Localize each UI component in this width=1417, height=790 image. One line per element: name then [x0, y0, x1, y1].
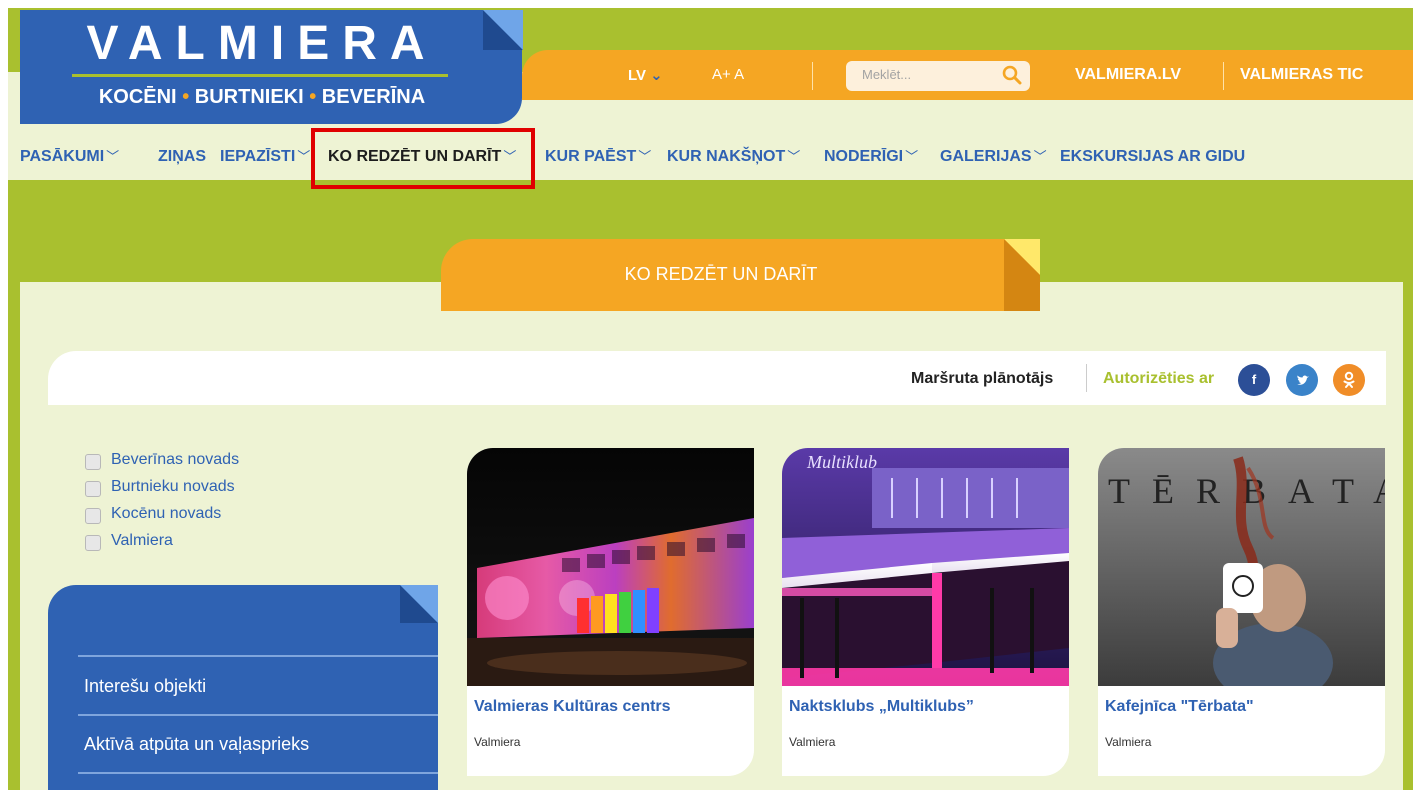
chevron-down-icon: ⌄ [650, 67, 663, 84]
page-fold-icon [483, 10, 523, 50]
filter-label: Burtnieku novads [111, 478, 235, 495]
chevron-down-icon: ﹀ [905, 149, 919, 164]
logo-underline [72, 74, 448, 77]
page-fold-icon [1004, 239, 1040, 311]
route-planner-link[interactable]: Maršruta plānotājs [911, 370, 1053, 388]
logo-bullet: • [182, 86, 190, 108]
chevron-down-icon: ﹀ [638, 149, 652, 164]
nav-item-ekskursijas-ar-gidu[interactable]: EKSKURSIJAS AR GIDU [1060, 146, 1245, 168]
divider [1086, 364, 1087, 392]
logo-sub-beverina: BEVERĪNA [321, 86, 426, 108]
nav-item-kur-paest[interactable]: KUR PAĒST ﹀ [545, 146, 651, 168]
divider [78, 714, 438, 716]
category-aktiva-atputa[interactable]: Aktīvā atpūta un vaļasprieks [84, 734, 309, 755]
logo-sub-kocēni: KOCĒNI [98, 86, 177, 108]
chevron-down-icon: ﹀ [106, 149, 120, 164]
checkbox[interactable] [85, 454, 101, 470]
search-input[interactable] [862, 67, 992, 82]
odnoklassniki-icon[interactable] [1333, 364, 1365, 396]
nav-item-pasakumi[interactable]: PASĀKUMI ﹀ [20, 146, 119, 168]
site-logo[interactable]: VALMIERA KOCĒNI • BURTNIEKI • BEVERĪNA [20, 10, 522, 124]
auth-label: Autorizēties ar [1103, 370, 1215, 387]
chevron-down-icon: ﹀ [787, 149, 801, 164]
card-location: Valmiera [474, 735, 521, 749]
left-green-border [8, 282, 20, 790]
twitter-bird-icon [1297, 375, 1309, 385]
right-green-border [1403, 282, 1413, 790]
nav-item-galerijas[interactable]: GALERIJAS ﹀ [940, 146, 1047, 168]
svg-text:Multiklub: Multiklub [806, 452, 877, 472]
card-location: Valmiera [789, 735, 836, 749]
filter-label: Valmiera [111, 532, 173, 549]
divider [78, 772, 438, 774]
listing-card[interactable]: TĒRBATA Kafejnīca "Tērbata" Valmiera [1098, 448, 1385, 776]
section-title: KO REDZĒT UN DARĪT [624, 264, 818, 284]
nav-item-kur-naksnot[interactable]: KUR NAKŠŅOT ﹀ [667, 146, 800, 168]
nav-item-zinas[interactable]: ZIŅAS [158, 146, 206, 168]
page-fold-icon [400, 585, 438, 623]
page: LV⌄ A+ A VALMIERA.LV VALMIERAS TIC VALMI… [0, 0, 1417, 790]
divider [78, 655, 438, 657]
card-image [467, 448, 754, 686]
checkbox[interactable] [85, 508, 101, 524]
checkbox[interactable] [85, 535, 101, 551]
valmiera-lv-link[interactable]: VALMIERA.LV [1075, 66, 1181, 84]
chevron-down-icon: ﹀ [297, 149, 311, 164]
card-location: Valmiera [1105, 735, 1152, 749]
logo-subtitle: KOCĒNI • BURTNIEKI • BEVERĪNA [72, 86, 452, 109]
search-icon[interactable] [1000, 63, 1024, 87]
card-title[interactable]: Kafejnīca "Tērbata" [1105, 698, 1254, 716]
highlight-box [311, 128, 535, 189]
checkbox[interactable] [85, 481, 101, 497]
odnoklassniki-glyph-icon [1343, 371, 1355, 388]
nav-item-noderigi[interactable]: NODERĪGI ﹀ [824, 146, 918, 168]
font-size-controls[interactable]: A+ A [712, 66, 744, 83]
twitter-icon[interactable] [1286, 364, 1318, 396]
divider [1223, 62, 1224, 90]
nav-item-iepazisti[interactable]: IEPAZĪSTI ﹀ [220, 146, 310, 168]
valmieras-tic-link[interactable]: VALMIERAS TIC [1240, 66, 1363, 84]
facebook-icon[interactable]: f [1238, 364, 1270, 396]
card-title[interactable]: Valmieras Kultūras centrs [474, 698, 671, 716]
logo-bullet: • [309, 86, 317, 108]
filter-label: Beverīnas novads [111, 451, 240, 468]
logo-sub-burtnieki: BURTNIEKI [194, 86, 304, 108]
divider [812, 62, 813, 90]
listing-card[interactable]: Multiklub Naktsklubs „Multiklubs” Valmie… [782, 448, 1069, 776]
language-selector[interactable]: LV ⌄ [628, 66, 663, 84]
chevron-down-icon: ﹀ [1033, 149, 1047, 164]
card-title[interactable]: Naktsklubs „Multiklubs” [789, 698, 974, 716]
card-image: Multiklub [782, 448, 1069, 686]
filter-label: Kocēnu novads [111, 505, 222, 522]
logo-title: VALMIERA [86, 17, 438, 70]
language-label: LV [628, 67, 647, 84]
category-interesu-objekti[interactable]: Interešu objekti [84, 676, 206, 697]
card-image: TĒRBATA [1098, 448, 1385, 686]
listing-card[interactable]: Valmieras Kultūras centrs Valmiera [467, 448, 754, 776]
